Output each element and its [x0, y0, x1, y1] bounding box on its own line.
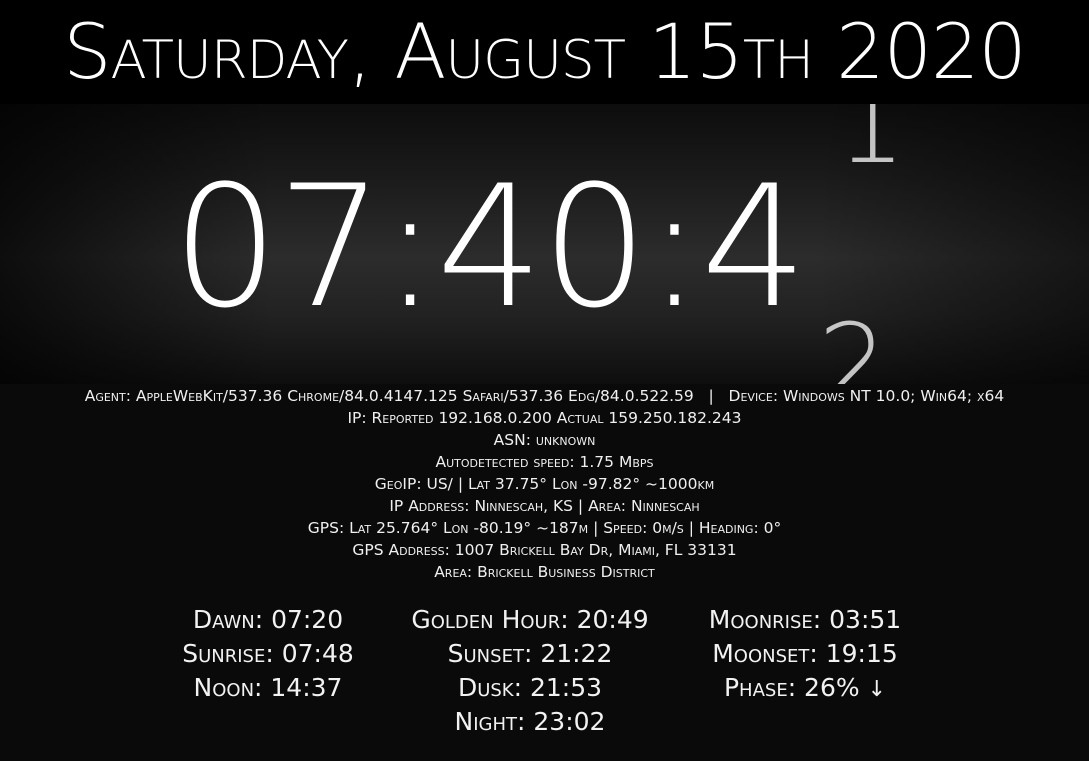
separator: | [708, 387, 714, 405]
night-time: Night: 23:02 [454, 707, 606, 736]
sunrise-time: Sunrise: 07:48 [182, 639, 354, 668]
clock-band: 1 07:40:4 2 [0, 104, 1089, 384]
clock-digit-prev: 1 [836, 104, 906, 188]
moonrise-time: Moonrise: 03:51 [708, 605, 902, 634]
device-text: Device: Windows NT 10.0; Win64; x64 [728, 387, 1005, 405]
geoip-line: GeoIP: US/ | Lat 37.75° Lon -97.82° ~100… [374, 475, 715, 493]
gps-address-line: GPS Address: 1007 Brickell Bay Dr, Miami… [352, 541, 737, 559]
ip-address-line: IP Address: Ninnescah, KS | Area: Ninnes… [389, 497, 700, 515]
info-panel: Agent: AppleWebKit/537.36 Chrome/84.0.41… [0, 385, 1089, 583]
noon-time: Noon: 14:37 [193, 673, 343, 702]
sunset-time: Sunset: 21:22 [447, 639, 613, 668]
agent-text: Agent: AppleWebKit/537.36 Chrome/84.0.41… [84, 387, 694, 405]
ip-line: IP: Reported 192.168.0.200 Actual 159.25… [347, 409, 742, 427]
arrow-down-icon: ↓ [867, 677, 887, 702]
sun-col-evening: Golden Hour: 20:49 Sunset: 21:22 Dusk: 2… [390, 603, 670, 739]
clock-time: 07:40:4 [172, 149, 808, 345]
speed-line: Autodetected speed: 1.75 Mbps [435, 453, 654, 471]
dusk-time: Dusk: 21:53 [457, 673, 603, 702]
clock-digit-next: 2 [818, 300, 888, 384]
date-title: Saturday, August 15th 2020 [63, 7, 1026, 96]
agent-line: Agent: AppleWebKit/537.36 Chrome/84.0.41… [0, 385, 1089, 407]
area-line: Area: Brickell Business District [434, 563, 655, 581]
date-header: Saturday, August 15th 2020 [0, 0, 1089, 104]
moon-phase: Phase: 26% ↓ [690, 671, 920, 707]
moonset-time: Moonset: 19:15 [712, 639, 898, 668]
sun-col-morning: Dawn: 07:20 Sunrise: 07:48 Noon: 14:37 [168, 603, 368, 705]
gps-line: GPS: Lat 25.764° Lon -80.19° ~187m | Spe… [307, 519, 782, 537]
asn-line: ASN: unknown [493, 431, 596, 449]
moon-col: Moonrise: 03:51 Moonset: 19:15 Phase: 26… [690, 603, 920, 707]
moon-phase-text: Phase: 26% [723, 673, 860, 702]
golden-hour-time: Golden Hour: 20:49 [411, 605, 649, 634]
dawn-time: Dawn: 07:20 [192, 605, 344, 634]
